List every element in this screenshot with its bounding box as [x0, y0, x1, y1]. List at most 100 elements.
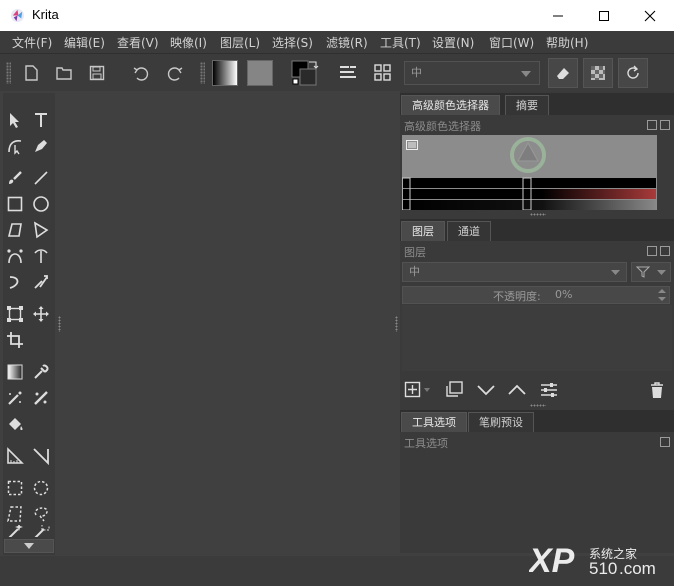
contiguous-selection-tool[interactable] [3, 525, 27, 537]
gradient-tool[interactable] [3, 360, 27, 384]
redo-button[interactable] [162, 60, 188, 86]
calligraphy-tool[interactable] [29, 134, 53, 158]
add-layer-button[interactable] [404, 380, 434, 400]
layer-list[interactable] [402, 305, 672, 371]
measure-tool[interactable] [3, 444, 27, 468]
menu-image[interactable]: 映像(I) [170, 34, 207, 51]
gradient-selector[interactable] [211, 59, 239, 87]
open-document-button[interactable] [51, 60, 77, 86]
colorize-mask-tool[interactable] [3, 386, 27, 410]
preserve-alpha-button[interactable] [583, 58, 613, 88]
tab-channels[interactable]: 通道 [447, 221, 491, 241]
freehand-brush-tool[interactable] [3, 166, 27, 190]
chevron-down-icon [657, 270, 666, 275]
polygon-tool[interactable] [3, 218, 27, 242]
select-shapes-tool[interactable] [3, 108, 27, 132]
minimize-icon [553, 15, 563, 16]
toolbox-scroll-button[interactable] [4, 539, 54, 553]
freehand-selection-tool[interactable] [29, 502, 53, 526]
color-swatch[interactable] [289, 58, 319, 88]
opacity-slider[interactable]: 不透明度: 0% [402, 286, 670, 304]
menu-settings[interactable]: 设置(N) [432, 34, 474, 51]
left-splitter-handle[interactable] [58, 316, 61, 332]
tab-brush-presets[interactable]: 笔刷预设 [468, 412, 534, 432]
text-tool[interactable] [29, 108, 53, 132]
tab-tool-options[interactable]: 工具选项 [401, 412, 467, 432]
elliptical-selection-tool[interactable] [29, 476, 53, 500]
toolbar-grip[interactable] [6, 62, 11, 84]
close-icon [644, 10, 656, 21]
float-icon[interactable] [660, 437, 670, 447]
assistant-tool[interactable] [29, 444, 53, 468]
maximize-button[interactable] [581, 0, 627, 31]
color-docker-tabs: 高级颜色选择器 摘要 [400, 93, 674, 115]
move-layer-down-button[interactable] [476, 380, 496, 400]
undo-button[interactable] [128, 60, 154, 86]
blend-mode-combo[interactable]: 中 [404, 61, 540, 85]
menu-filter[interactable]: 滤镜(R) [326, 34, 368, 51]
menu-tools[interactable]: 工具(T) [380, 34, 421, 51]
save-button[interactable] [84, 60, 110, 86]
menu-help[interactable]: 帮助(H) [546, 34, 588, 51]
fill-tool[interactable] [3, 412, 27, 436]
menu-layer[interactable]: 图层(L) [220, 34, 260, 51]
minimize-button[interactable] [535, 0, 581, 31]
float-icon[interactable] [647, 120, 657, 130]
canvas-area[interactable] [63, 91, 393, 553]
crop-tool[interactable] [3, 328, 27, 352]
edit-shapes-tool[interactable] [3, 134, 27, 158]
transform-tool[interactable] [3, 302, 27, 326]
delete-layer-button[interactable] [647, 380, 667, 400]
dock-splitter-2[interactable] [530, 404, 546, 407]
line-tool[interactable] [29, 166, 53, 190]
brush-presets-button[interactable] [370, 60, 396, 86]
menu-view[interactable]: 查看(V) [117, 34, 159, 51]
color-selector-widget[interactable] [401, 135, 657, 211]
toolbar-grip-2[interactable] [200, 62, 205, 84]
color-selector-menu-icon[interactable] [406, 140, 418, 150]
spin-arrows-icon[interactable] [658, 288, 666, 302]
tab-layers[interactable]: 图层 [401, 221, 445, 241]
polygonal-selection-tool[interactable] [3, 502, 27, 526]
layer-blend-mode-combo[interactable]: 中 [402, 262, 627, 282]
menu-edit[interactable]: 编辑(E) [64, 34, 105, 51]
menu-bar: 文件(F) 编辑(E) 查看(V) 映像(I) 图层(L) 选择(S) 滤镜(R… [0, 31, 674, 53]
rectangular-selection-tool[interactable] [3, 476, 27, 500]
close-panel-icon[interactable] [660, 246, 670, 256]
rectangle-tool[interactable] [3, 192, 27, 216]
duplicate-layer-button[interactable] [444, 380, 464, 400]
right-splitter-handle[interactable] [395, 316, 398, 332]
transform-icon [7, 306, 23, 322]
smart-patch-tool[interactable] [29, 386, 53, 410]
pattern-selector[interactable] [246, 59, 274, 87]
layer-properties-button[interactable] [539, 380, 559, 400]
polyline-tool[interactable] [29, 218, 53, 242]
close-button[interactable] [627, 0, 673, 31]
close-panel-icon[interactable] [660, 120, 670, 130]
menu-select[interactable]: 选择(S) [272, 34, 313, 51]
menu-file[interactable]: 文件(F) [12, 34, 52, 51]
dock-splitter-1[interactable] [530, 213, 546, 216]
brush-settings-button[interactable] [335, 60, 361, 86]
new-document-button[interactable] [18, 60, 44, 86]
save-icon [89, 65, 105, 81]
similar-selection-tool[interactable] [29, 525, 53, 537]
rect-select-icon [7, 480, 23, 496]
color-picker-tool[interactable] [29, 360, 53, 384]
ellipse-tool[interactable] [29, 192, 53, 216]
layers-title: 图层 [404, 246, 426, 259]
menu-window[interactable]: 窗口(W) [489, 34, 534, 51]
reload-preset-button[interactable] [618, 58, 648, 88]
multibrush-tool[interactable] [29, 270, 53, 294]
float-icon[interactable] [647, 246, 657, 256]
polygon-select-icon [7, 506, 22, 522]
move-tool[interactable] [29, 302, 53, 326]
dynamic-brush-tool[interactable] [3, 270, 27, 294]
move-layer-up-button[interactable] [507, 380, 527, 400]
layer-filter-button[interactable] [631, 262, 671, 282]
tab-advanced-color-selector[interactable]: 高级颜色选择器 [401, 95, 500, 115]
bezier-curve-tool[interactable] [3, 244, 27, 268]
freehand-path-tool[interactable] [29, 244, 53, 268]
tab-overview[interactable]: 摘要 [505, 95, 549, 115]
eraser-mode-button[interactable] [548, 58, 578, 88]
